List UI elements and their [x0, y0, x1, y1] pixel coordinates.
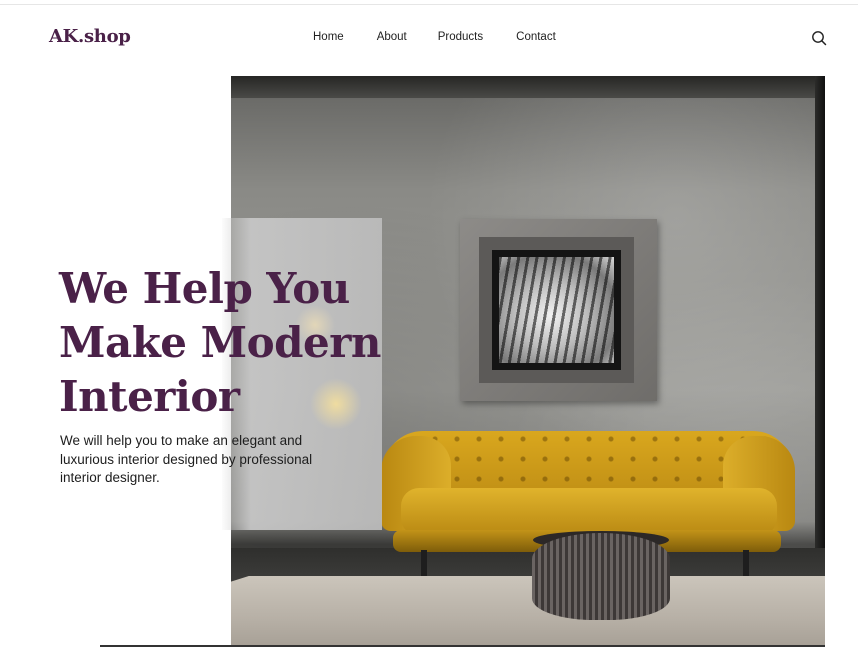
search-icon[interactable]: [811, 30, 827, 46]
rug: [231, 576, 825, 647]
hero-title-line: We Help You: [59, 264, 350, 313]
coffee-table: [532, 533, 670, 620]
hero-title: We Help You Make Modern Interior: [59, 262, 389, 424]
logo[interactable]: AK.shop: [49, 26, 131, 47]
hero-title-line: Interior: [59, 372, 240, 421]
tiger-artwork: [499, 257, 614, 363]
sofa-leg: [421, 550, 427, 576]
nav-products[interactable]: Products: [438, 31, 483, 43]
main-nav: Home About Products Contact: [313, 31, 589, 43]
nav-about[interactable]: About: [377, 31, 407, 43]
tiger-picture-frame: [460, 219, 657, 401]
hero-title-line: Make Modern: [59, 318, 381, 367]
nav-contact[interactable]: Contact: [516, 31, 556, 43]
top-divider: [0, 4, 858, 5]
sofa-seat: [401, 488, 777, 536]
nav-home[interactable]: Home: [313, 31, 344, 43]
sofa-leg: [743, 550, 749, 576]
hero-description: We will help you to make an elegant and …: [60, 433, 313, 485]
ceiling: [231, 76, 825, 98]
